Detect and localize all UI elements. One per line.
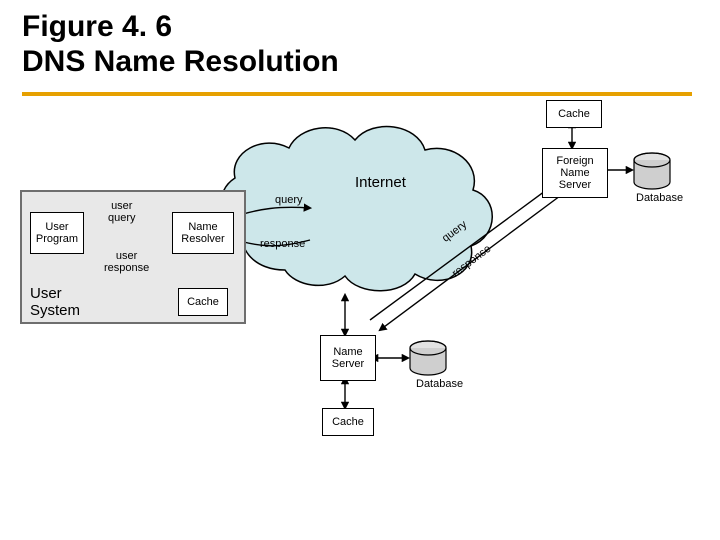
label-user-system: User System <box>30 286 80 319</box>
label-internet: Internet <box>355 175 406 192</box>
label-response-top: response <box>260 238 305 250</box>
box-user-program: User Program <box>30 212 84 254</box>
figure-title: Figure 4. 6 DNS Name Resolution <box>22 10 339 79</box>
box-cache-bottom: Cache <box>322 408 374 436</box>
label-query-top: query <box>275 194 303 206</box>
label-database-right: Database <box>636 192 683 204</box>
internet-cloud <box>221 127 492 291</box>
box-cache-left: Cache <box>178 288 228 316</box>
label-database-bottom: Database <box>416 378 463 390</box>
dns-diagram: query response User System User Program … <box>20 120 700 510</box>
label-user-response: user response <box>104 250 149 274</box>
box-name-resolver: Name Resolver <box>172 212 234 254</box>
box-cache-top: Cache <box>546 100 602 128</box>
title-line-2: DNS Name Resolution <box>22 45 339 80</box>
database-right-icon <box>634 153 670 189</box>
box-foreign-name-server: Foreign Name Server <box>542 148 608 198</box>
database-bottom-icon <box>410 341 446 375</box>
title-underline <box>22 92 692 96</box>
label-user-query: user query <box>108 200 136 224</box>
box-name-server-bottom: Name Server <box>320 335 376 381</box>
title-line-1: Figure 4. 6 <box>22 10 339 45</box>
